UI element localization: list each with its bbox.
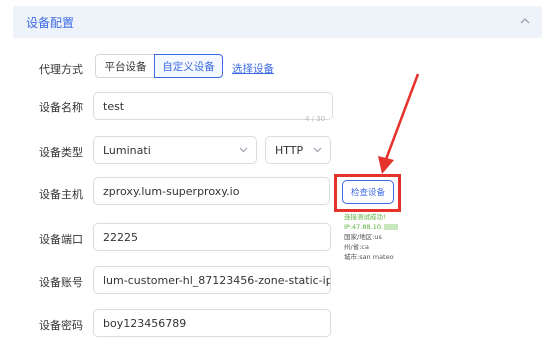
chevron-down-icon <box>313 147 322 153</box>
device-host-label: 设备主机 <box>39 188 83 201</box>
char-count: 4 / 30 <box>305 115 326 123</box>
device-name-label: 设备名称 <box>39 101 83 114</box>
platform-device-button[interactable]: 平台设备 <box>95 54 155 78</box>
device-name-input[interactable]: test <box>93 92 333 120</box>
proxy-mode-label: 代理方式 <box>39 63 83 76</box>
device-type-label: 设备类型 <box>39 146 83 159</box>
section-header[interactable]: 设备配置 <box>13 6 542 38</box>
device-type-value: Luminati <box>103 143 151 157</box>
device-port-label: 设备端口 <box>39 233 83 246</box>
device-account-input[interactable]: lum-customer-hl_87123456-zone-static-ip-… <box>93 266 331 294</box>
custom-device-button[interactable]: 自定义设备 <box>154 54 223 78</box>
device-port-input[interactable]: 22225 <box>93 223 331 251</box>
section-title: 设备配置 <box>26 16 75 30</box>
check-device-button[interactable]: 检查设备 <box>342 180 394 204</box>
device-account-label: 设备账号 <box>39 276 83 289</box>
chevron-up-icon[interactable] <box>520 17 530 25</box>
device-type-select[interactable]: Luminati <box>93 136 257 164</box>
check-ip-text: IP:47.88.10. <box>344 223 399 232</box>
chevron-down-icon <box>239 147 248 153</box>
protocol-select[interactable]: HTTP <box>265 136 331 164</box>
device-password-input[interactable]: boy123456789 <box>93 309 331 337</box>
annotation-arrow <box>378 73 420 174</box>
select-device-link[interactable]: 选择设备 <box>232 61 274 76</box>
device-password-label: 设备密码 <box>39 319 83 332</box>
protocol-value: HTTP <box>275 143 304 157</box>
check-success-text: 连接测试成功! <box>344 213 386 221</box>
check-city-text: 城市:san mateo <box>344 253 394 261</box>
device-host-input[interactable]: zproxy.lum-superproxy.io <box>93 177 330 205</box>
check-state-text: 州/省:ca <box>344 243 369 251</box>
check-country-text: 国家/地区:us <box>344 233 382 241</box>
